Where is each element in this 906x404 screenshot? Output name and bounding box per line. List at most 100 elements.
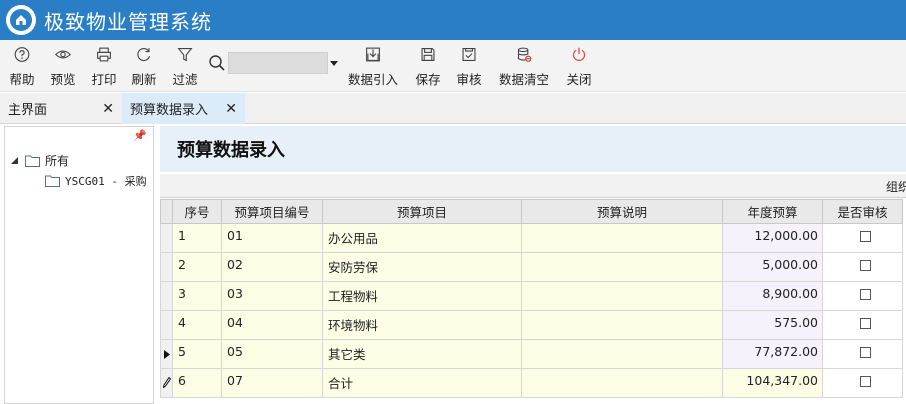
content-panel: 预算数据录入 组织 序号 预算项目编号 预算项目 预算说明 年度预算 是否审核 … — [160, 126, 906, 404]
close-icon[interactable]: ✕ — [225, 101, 237, 117]
printer-icon — [97, 47, 111, 62]
table-row[interactable]: 2 02 安防劳保 5,000.00 — [160, 252, 903, 282]
search-input[interactable] — [228, 52, 328, 74]
help-icon — [14, 47, 30, 62]
row-indicator-current[interactable] — [160, 339, 173, 369]
item-cell[interactable]: 环境物料 — [322, 310, 522, 340]
database-clear-icon — [517, 47, 532, 62]
table-row[interactable]: 5 05 其它类 77,872.00 — [160, 339, 903, 369]
code-cell[interactable]: 02 — [221, 252, 323, 282]
save-button[interactable]: 保存 — [413, 44, 443, 88]
budget-cell[interactable]: 8,900.00 — [722, 281, 823, 311]
row-indicator[interactable] — [160, 252, 173, 282]
row-indicator[interactable] — [160, 281, 173, 311]
column-header[interactable]: 是否审核 — [822, 199, 903, 224]
audit-cell[interactable] — [822, 223, 903, 253]
code-cell[interactable]: 01 — [221, 223, 323, 253]
help-label: 帮助 — [9, 72, 35, 87]
audit-checkbox[interactable] — [859, 318, 871, 329]
item-cell[interactable]: 办公用品 — [322, 223, 522, 253]
seq-cell[interactable]: 3 — [172, 281, 222, 311]
item-cell[interactable]: 工程物料 — [322, 281, 522, 311]
audit-checkbox[interactable] — [859, 260, 871, 271]
code-cell[interactable]: 07 — [221, 368, 323, 398]
note-cell[interactable] — [521, 281, 723, 311]
note-cell[interactable] — [521, 368, 723, 398]
tab-budget-entry[interactable]: 预算数据录入 ✕ — [122, 93, 245, 124]
filter-icon — [177, 47, 193, 62]
column-header[interactable]: 预算项目 — [322, 199, 522, 224]
table-row[interactable]: 1 01 办公用品 12,000.00 — [160, 223, 903, 253]
chevron-down-icon — [330, 60, 338, 66]
refresh-label: 刷新 — [131, 72, 157, 87]
group-label: 组织 — [886, 180, 906, 194]
power-icon — [572, 47, 586, 61]
close-icon[interactable]: ✕ — [102, 101, 114, 117]
column-header[interactable]: 年度预算 — [722, 199, 823, 224]
tree-node-yscg01-label: YSCG01 - 采购 — [65, 175, 147, 188]
seq-cell[interactable]: 6 — [172, 368, 222, 398]
seq-cell[interactable]: 2 — [172, 252, 222, 282]
code-cell[interactable]: 05 — [221, 339, 323, 369]
pin-icon[interactable]: 📌 — [133, 129, 147, 142]
column-header[interactable]: 预算项目编号 — [221, 199, 323, 224]
audit-cell[interactable] — [822, 310, 903, 340]
save-icon — [421, 47, 435, 62]
item-cell[interactable]: 安防劳保 — [322, 252, 522, 282]
app-logo-icon — [6, 5, 36, 35]
item-cell[interactable]: 其它类 — [322, 339, 522, 369]
import-data-button[interactable]: 数据引入 — [346, 44, 400, 88]
budget-cell[interactable]: 5,000.00 — [722, 252, 823, 282]
seq-cell[interactable]: 1 — [172, 223, 222, 253]
code-cell[interactable]: 03 — [221, 281, 323, 311]
save-label: 保存 — [415, 72, 441, 87]
audit-button[interactable]: 审核 — [454, 44, 484, 88]
group-bar: 组织 — [160, 174, 906, 198]
tab-home-label: 主界面 — [8, 103, 48, 118]
budget-cell[interactable]: 104,347.00 — [722, 368, 823, 398]
audit-checkbox[interactable] — [859, 231, 871, 242]
note-cell[interactable] — [521, 223, 723, 253]
note-cell[interactable] — [521, 310, 723, 340]
table-row[interactable]: 3 03 工程物料 8,900.00 — [160, 281, 903, 311]
filter-button[interactable]: 过滤 — [170, 44, 200, 88]
budget-cell[interactable]: 575.00 — [722, 310, 823, 340]
refresh-button[interactable]: 刷新 — [129, 44, 159, 88]
seq-cell[interactable]: 4 — [172, 310, 222, 340]
eye-icon — [54, 50, 72, 59]
row-indicator[interactable] — [160, 310, 173, 340]
table-row[interactable]: 4 04 环境物料 575.00 — [160, 310, 903, 340]
tab-home[interactable]: 主界面 ✕ — [0, 93, 122, 124]
tree-node-root[interactable]: 所有 — [11, 152, 69, 169]
title-bar: 极致物业管理系统 — [0, 0, 906, 40]
help-button[interactable]: 帮助 — [7, 44, 37, 88]
row-indicator[interactable] — [160, 223, 173, 253]
preview-button[interactable]: 预览 — [48, 44, 78, 88]
note-cell[interactable] — [521, 339, 723, 369]
table-header-row: 序号 预算项目编号 预算项目 预算说明 年度预算 是否审核 — [160, 199, 903, 224]
print-button[interactable]: 打印 — [89, 44, 119, 88]
seq-cell[interactable]: 5 — [172, 339, 222, 369]
budget-cell[interactable]: 12,000.00 — [722, 223, 823, 253]
column-header[interactable]: 预算说明 — [521, 199, 723, 224]
audit-cell[interactable] — [822, 368, 903, 398]
preview-label: 预览 — [50, 72, 76, 87]
note-cell[interactable] — [521, 252, 723, 282]
row-indicator-editing[interactable] — [160, 368, 173, 398]
item-cell[interactable]: 合计 — [322, 368, 522, 398]
audit-cell[interactable] — [822, 339, 903, 369]
table-row[interactable]: 6 07 合计 104,347.00 — [160, 368, 903, 398]
column-header[interactable]: 序号 — [172, 199, 222, 224]
close-button[interactable]: 关闭 — [564, 44, 594, 88]
search-dropdown-button[interactable] — [328, 52, 340, 74]
audit-cell[interactable] — [822, 281, 903, 311]
audit-checkbox[interactable] — [859, 376, 871, 387]
audit-checkbox[interactable] — [859, 347, 871, 358]
audit-checkbox[interactable] — [859, 289, 871, 300]
audit-cell[interactable] — [822, 252, 903, 282]
tree-expand-icon[interactable] — [11, 156, 19, 165]
code-cell[interactable]: 04 — [221, 310, 323, 340]
clear-data-button[interactable]: 数据清空 — [497, 44, 551, 88]
budget-cell[interactable]: 77,872.00 — [722, 339, 823, 369]
tree-node-yscg01[interactable]: YSCG01 - 采购 — [45, 173, 147, 189]
